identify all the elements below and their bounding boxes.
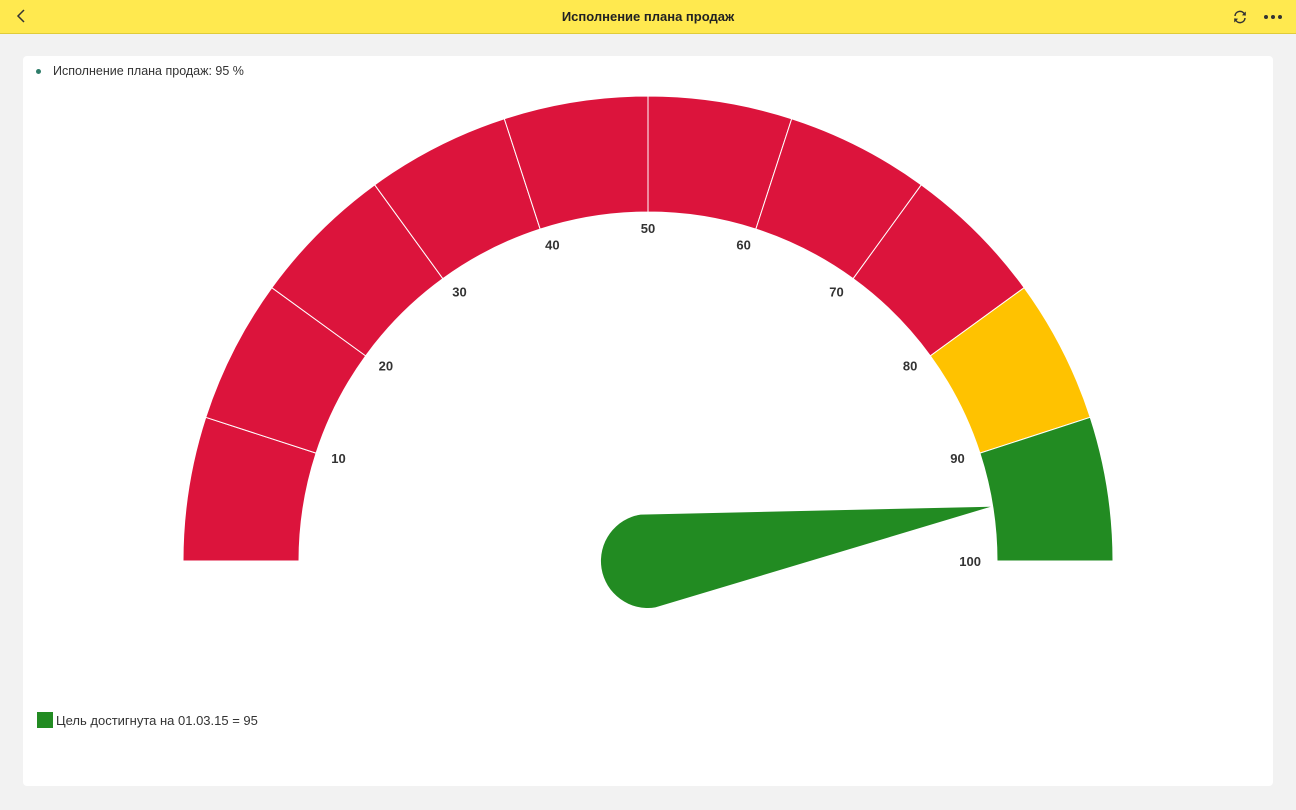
goal-legend: Цель достигнута на 01.03.15 = 95 (37, 712, 258, 728)
gauge-tick-label-40: 40 (545, 237, 559, 252)
gauge-tick-label-80: 80 (903, 358, 917, 373)
gauge-tick-label-90: 90 (950, 451, 964, 466)
gauge-tick-label-10: 10 (331, 451, 345, 466)
goal-legend-label: Цель достигнута на 01.03.15 = 95 (56, 712, 258, 728)
gauge-tick-label-100: 100 (959, 554, 981, 569)
gauge-needle (600, 506, 991, 609)
gauge-tick-label-50: 50 (641, 221, 655, 236)
gauge-bands (182, 95, 1114, 562)
goal-swatch-icon (37, 712, 53, 728)
gauge-chart: 10 20 30 40 50 60 70 80 90 100 (182, 95, 1114, 609)
gauge-needle-group (600, 506, 991, 609)
gauge-tick-label-30: 30 (452, 285, 466, 300)
gauge-tick-label-70: 70 (829, 285, 843, 300)
gauge-tick-label-60: 60 (736, 237, 750, 252)
gauge-tick-label-20: 20 (379, 358, 393, 373)
